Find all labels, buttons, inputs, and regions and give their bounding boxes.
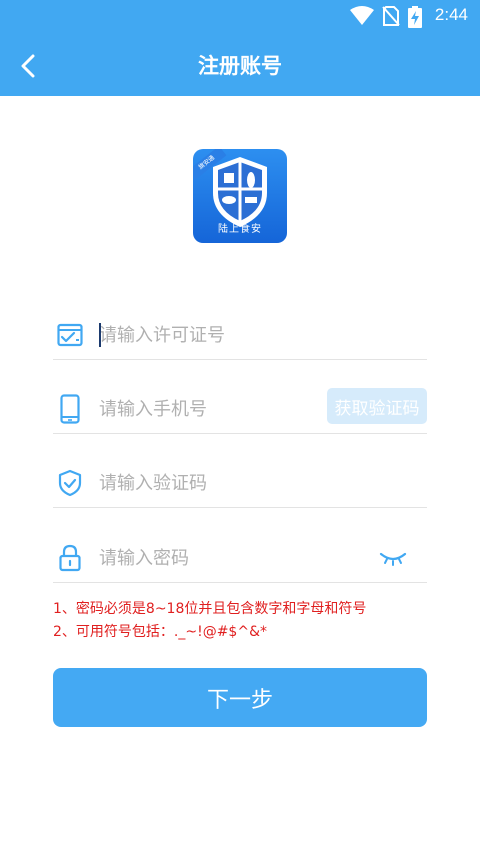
get-code-button[interactable]: 获取验证码 (327, 388, 427, 424)
code-field (53, 458, 427, 508)
password-rules: 1、密码必须是8~18位并且包含数字和字母和符号 2、可用符号包括：._~!@#… (53, 598, 433, 644)
phone-icon (55, 394, 85, 424)
license-icon (55, 320, 85, 350)
battery-charging-icon (408, 6, 422, 28)
code-input[interactable] (99, 468, 419, 498)
page-title: 注册账号 (198, 54, 282, 78)
app-header: 2:44 注册账号 (0, 0, 480, 96)
wifi-icon (350, 6, 374, 25)
shield-check-icon (55, 468, 85, 498)
password-input[interactable] (99, 543, 359, 573)
license-input[interactable] (99, 320, 419, 350)
phone-input[interactable] (99, 394, 309, 424)
lock-icon (55, 543, 85, 573)
app-logo: 旗安通 陆上食安 (193, 149, 287, 243)
status-bar: 2:44 (0, 0, 480, 32)
status-time: 2:44 (434, 5, 468, 24)
eye-closed-icon[interactable] (379, 548, 407, 568)
next-step-button[interactable]: 下一步 (53, 668, 427, 727)
logo-caption: 陆上食安 (218, 224, 262, 235)
rule-item: 1、密码必须是8~18位并且包含数字和字母和符号 (53, 601, 367, 617)
no-sim-icon (382, 6, 400, 26)
text-cursor (99, 323, 101, 347)
phone-field: 获取验证码 (53, 384, 427, 434)
rule-item: 2、可用符号包括：._~!@#$^&* (53, 624, 267, 640)
password-field (53, 533, 427, 583)
license-field (53, 310, 427, 360)
